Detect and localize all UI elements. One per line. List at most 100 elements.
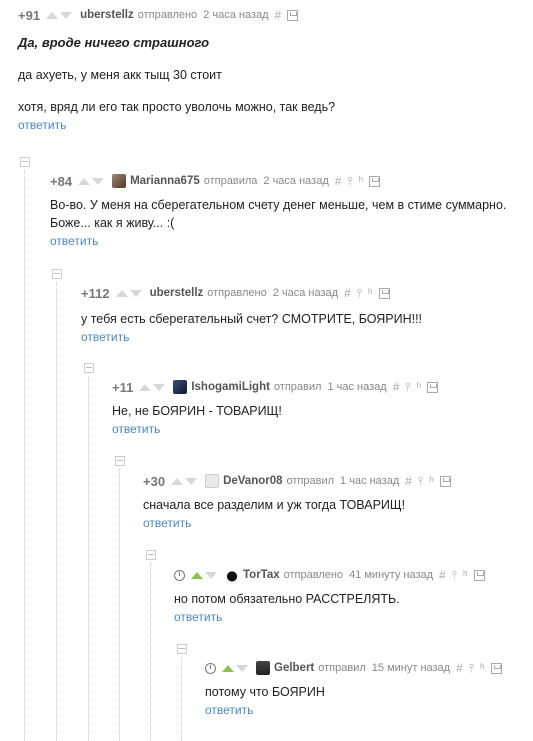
comment-text: но потом обязательно РАССТРЕЛЯТЬ. [174,592,400,606]
avatar[interactable] [225,568,239,582]
comment: +30 DeVanor08 отправил 1 час назад # ⫯ ʰ… [143,472,533,530]
author-name[interactable]: uberstellz [150,287,204,299]
author-name[interactable]: Marianna675 [130,175,200,187]
comment-text: сначала все разделим и уж тогда ТОВАРИЩ! [143,498,406,512]
comment-text: хотя, вряд ли его так просто уволочь мож… [18,100,336,114]
upvote-icon[interactable] [78,177,91,185]
branch-icon[interactable]: ʰ [359,174,364,188]
collapse-toggle[interactable] [84,363,94,373]
parent-comment-icon[interactable]: ⫯ [405,380,410,395]
author-name[interactable]: DeVanor08 [223,475,282,487]
permalink-icon[interactable]: # [393,380,400,394]
collapse-toggle[interactable] [177,644,187,654]
rating: +30 [143,473,166,489]
permalink-icon[interactable]: # [456,661,463,675]
comment-header: Gelbert отправил 15 минут назад # ⫯ ʰ [205,659,533,677]
post-time[interactable]: 1 час назад [327,381,386,393]
save-icon[interactable] [287,9,299,21]
comment: +84 Marianna675 отправила 2 часа назад #… [50,172,533,249]
author-name[interactable]: uberstellz [80,9,134,21]
thread-line [150,563,151,741]
upvote-icon[interactable] [115,289,128,297]
downvote-icon[interactable] [205,571,217,579]
branch-icon[interactable]: ʰ [463,568,468,582]
downvote-icon[interactable] [92,177,105,185]
branch-icon[interactable]: ʰ [429,474,434,488]
post-action: отправил [318,662,366,674]
post-time[interactable]: 41 минуту назад [349,569,433,581]
post-time[interactable]: 2 часа назад [273,287,338,299]
save-icon[interactable] [473,569,485,581]
parent-comment-icon[interactable]: ⫯ [452,568,457,583]
collapse-toggle[interactable] [115,456,125,466]
downvote-icon[interactable] [153,383,166,391]
permalink-icon[interactable]: # [405,474,412,488]
parent-comment-icon[interactable]: ⫯ [347,174,352,189]
clock-icon [174,569,185,581]
upvote-icon[interactable] [191,571,203,579]
upvote-icon[interactable] [46,11,59,19]
downvote-icon[interactable] [236,664,248,672]
author-name[interactable]: IshogamiLight [191,381,270,393]
comment-header: +91 uberstellz отправлено 2 часа назад # [18,6,533,24]
thread-line [181,657,182,741]
avatar[interactable] [205,474,220,488]
downvote-icon[interactable] [185,477,198,485]
comment: +112 uberstellz отправлено 2 часа назад … [81,284,533,345]
comment: Gelbert отправил 15 минут назад # ⫯ ʰ по… [205,659,533,717]
comment: +11 IshogamiLight отправил 1 час назад #… [112,378,533,436]
thread-line [56,282,57,741]
reply-link[interactable]: ответить [50,234,533,248]
permalink-icon[interactable]: # [275,8,282,22]
permalink-icon[interactable]: # [344,286,351,300]
comment-text: Не, не БОЯРИН - ТОВАРИЩ! [112,404,282,418]
upvote-icon[interactable] [222,664,234,672]
downvote-icon[interactable] [129,289,142,297]
branch-icon[interactable]: ʰ [417,380,422,394]
post-time[interactable]: 2 часа назад [263,175,328,187]
save-icon[interactable] [439,475,451,487]
avatar[interactable] [256,661,270,675]
clock-icon [205,662,216,674]
author-name[interactable]: Gelbert [274,662,314,674]
reply-link[interactable]: ответить [205,703,533,717]
upvote-icon[interactable] [171,477,184,485]
comment: TorTax отправлено 41 минуту назад # ⫯ ʰ … [174,566,533,624]
permalink-icon[interactable]: # [439,568,446,582]
branch-icon[interactable]: ʰ [480,661,485,675]
parent-comment-icon[interactable]: ⫯ [418,474,423,489]
save-icon[interactable] [369,175,381,187]
comment-header: TorTax отправлено 41 минуту назад # ⫯ ʰ [174,566,533,584]
downvote-icon[interactable] [60,11,73,19]
collapse-toggle[interactable] [52,269,62,279]
author-name[interactable]: TorTax [243,569,280,581]
comment-header: +112 uberstellz отправлено 2 часа назад … [81,284,533,302]
reply-link[interactable]: ответить [174,610,533,624]
avatar[interactable] [112,174,127,188]
post-action: отправлено [207,287,267,299]
post-time[interactable]: 15 минут назад [372,662,450,674]
post-action: отправлено [283,569,344,581]
collapse-toggle[interactable] [20,157,30,167]
reply-link[interactable]: ответить [112,422,533,436]
parent-comment-icon[interactable]: ⫯ [357,286,362,301]
reply-link[interactable]: ответить [81,330,533,344]
save-icon[interactable] [490,662,502,674]
comment: +91 uberstellz отправлено 2 часа назад #… [18,6,533,133]
rating: +84 [50,173,73,189]
save-icon[interactable] [378,287,390,299]
post-time[interactable]: 2 часа назад [203,9,268,21]
permalink-icon[interactable]: # [335,174,342,188]
post-time[interactable]: 1 час назад [340,475,399,487]
parent-comment-icon[interactable]: ⫯ [469,661,474,676]
avatar[interactable] [173,380,188,394]
branch-icon[interactable]: ʰ [368,286,373,300]
reply-link[interactable]: ответить [18,118,533,132]
save-icon[interactable] [427,381,439,393]
upvote-icon[interactable] [139,383,152,391]
post-action: отправила [203,175,258,187]
reply-link[interactable]: ответить [143,516,533,530]
comment-text: Во-во. У меня на сберегательном счету де… [50,198,507,230]
collapse-toggle[interactable] [146,550,156,560]
rating: +91 [18,7,41,23]
